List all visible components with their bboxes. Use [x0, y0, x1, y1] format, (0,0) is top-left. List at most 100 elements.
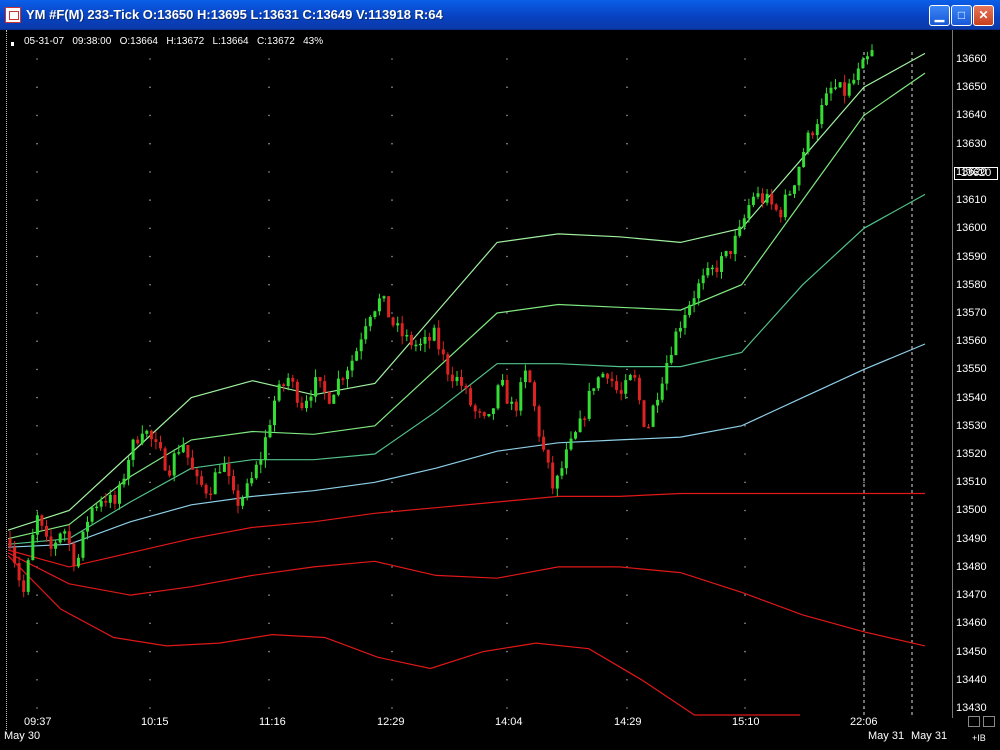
grid-dot: [149, 255, 151, 258]
grid-dot: [149, 481, 151, 484]
candle-up: [127, 459, 131, 479]
grid-dot: [744, 142, 746, 145]
grid-dot: [36, 255, 38, 258]
candle-up: [31, 534, 35, 561]
candle-up: [90, 507, 94, 522]
grid-dot: [391, 58, 393, 60]
grid-dot: [268, 650, 270, 653]
candle-down: [136, 439, 140, 444]
time-tick-label: 14:04: [495, 716, 523, 728]
price-tick-label: 13590: [956, 251, 987, 263]
price-tick-label: 13540: [956, 392, 987, 404]
candle-up: [273, 400, 276, 426]
candle-up: [177, 452, 181, 454]
candle-up: [95, 506, 99, 509]
candle-up: [491, 408, 495, 414]
candle-up: [660, 383, 664, 400]
candle-down: [163, 448, 167, 471]
band-line-lower1: [7, 492, 925, 568]
candle-up: [86, 521, 89, 532]
price-tick-label: 13510: [956, 476, 987, 488]
candle-up: [706, 268, 710, 276]
candle-up: [724, 251, 728, 257]
scroll-controls[interactable]: [968, 716, 996, 728]
grid-dot: [391, 650, 393, 653]
grid-dot: [268, 114, 270, 117]
candle-up: [140, 433, 144, 444]
grid-dot: [149, 425, 151, 427]
candle-down: [619, 390, 623, 394]
candle-up: [674, 331, 678, 356]
candle-up: [574, 432, 577, 439]
grid-dot: [391, 566, 393, 568]
grid-dot: [626, 199, 628, 201]
grid-dot: [36, 283, 38, 286]
time-tick-label: 12:29: [377, 716, 405, 728]
grid-dot: [391, 171, 393, 173]
grid-dot: [744, 566, 746, 568]
price-tick-label: 13450: [956, 646, 987, 658]
candlestick-chart[interactable]: [0, 0, 1000, 750]
grid-dot: [36, 622, 38, 625]
grid-dot: [626, 537, 628, 540]
candle-down: [715, 267, 719, 272]
grid-dot: [268, 340, 270, 343]
candle-up: [58, 533, 62, 543]
candle-up: [624, 380, 628, 394]
price-tick-label: 13520: [956, 448, 987, 460]
candle-up: [263, 437, 267, 461]
candle-up: [656, 399, 660, 406]
grid-dot: [744, 594, 746, 596]
candle-up: [368, 317, 372, 327]
grid-dot: [626, 707, 628, 709]
grid-dot: [626, 594, 628, 596]
candle-up: [806, 132, 810, 152]
grid-dot: [744, 453, 746, 455]
candle-up: [377, 298, 381, 312]
grid-dot: [268, 537, 270, 540]
grid-dot: [626, 312, 628, 314]
candle-down: [67, 531, 71, 544]
grid-dot: [391, 537, 393, 540]
grid-dot: [506, 199, 508, 201]
grid-dot: [626, 425, 628, 427]
grid-dot: [506, 650, 508, 653]
candle-up: [118, 484, 121, 504]
grid-dot: [149, 594, 151, 596]
candle-down: [22, 580, 26, 592]
candle-down: [209, 493, 213, 496]
candle-down: [195, 469, 199, 477]
grid-dot: [149, 622, 151, 625]
candle-up: [742, 218, 746, 227]
candle-down: [40, 515, 44, 526]
grid-dot: [744, 86, 746, 88]
candle-down: [291, 377, 295, 382]
price-tick-label: 13640: [956, 109, 987, 121]
grid-dot: [391, 340, 393, 343]
candle-up: [181, 445, 185, 453]
candle-down: [300, 402, 304, 409]
grid-dot: [36, 199, 38, 201]
candle-up: [683, 315, 687, 328]
candle-down: [341, 378, 345, 381]
band-line-upper1: [7, 72, 926, 540]
candle-up: [788, 193, 792, 196]
price-tick-label: 13480: [956, 561, 987, 573]
grid-dot: [149, 566, 151, 568]
scroll-right-icon[interactable]: [983, 716, 995, 727]
band-line-lower3: [7, 555, 800, 716]
candle-up: [222, 463, 226, 472]
scroll-left-icon[interactable]: [968, 716, 980, 727]
grid-dot: [626, 86, 628, 88]
candle-down: [236, 490, 240, 506]
candle-down: [811, 132, 815, 136]
grid-dot: [36, 227, 38, 230]
candle-up: [405, 335, 409, 337]
candle-up: [419, 343, 422, 346]
candle-up: [213, 472, 217, 495]
candle-up: [578, 418, 582, 433]
candle-up: [259, 460, 263, 465]
grid-dot: [506, 58, 508, 60]
price-tick-label: 13560: [956, 335, 987, 347]
grid-dot: [863, 283, 865, 286]
